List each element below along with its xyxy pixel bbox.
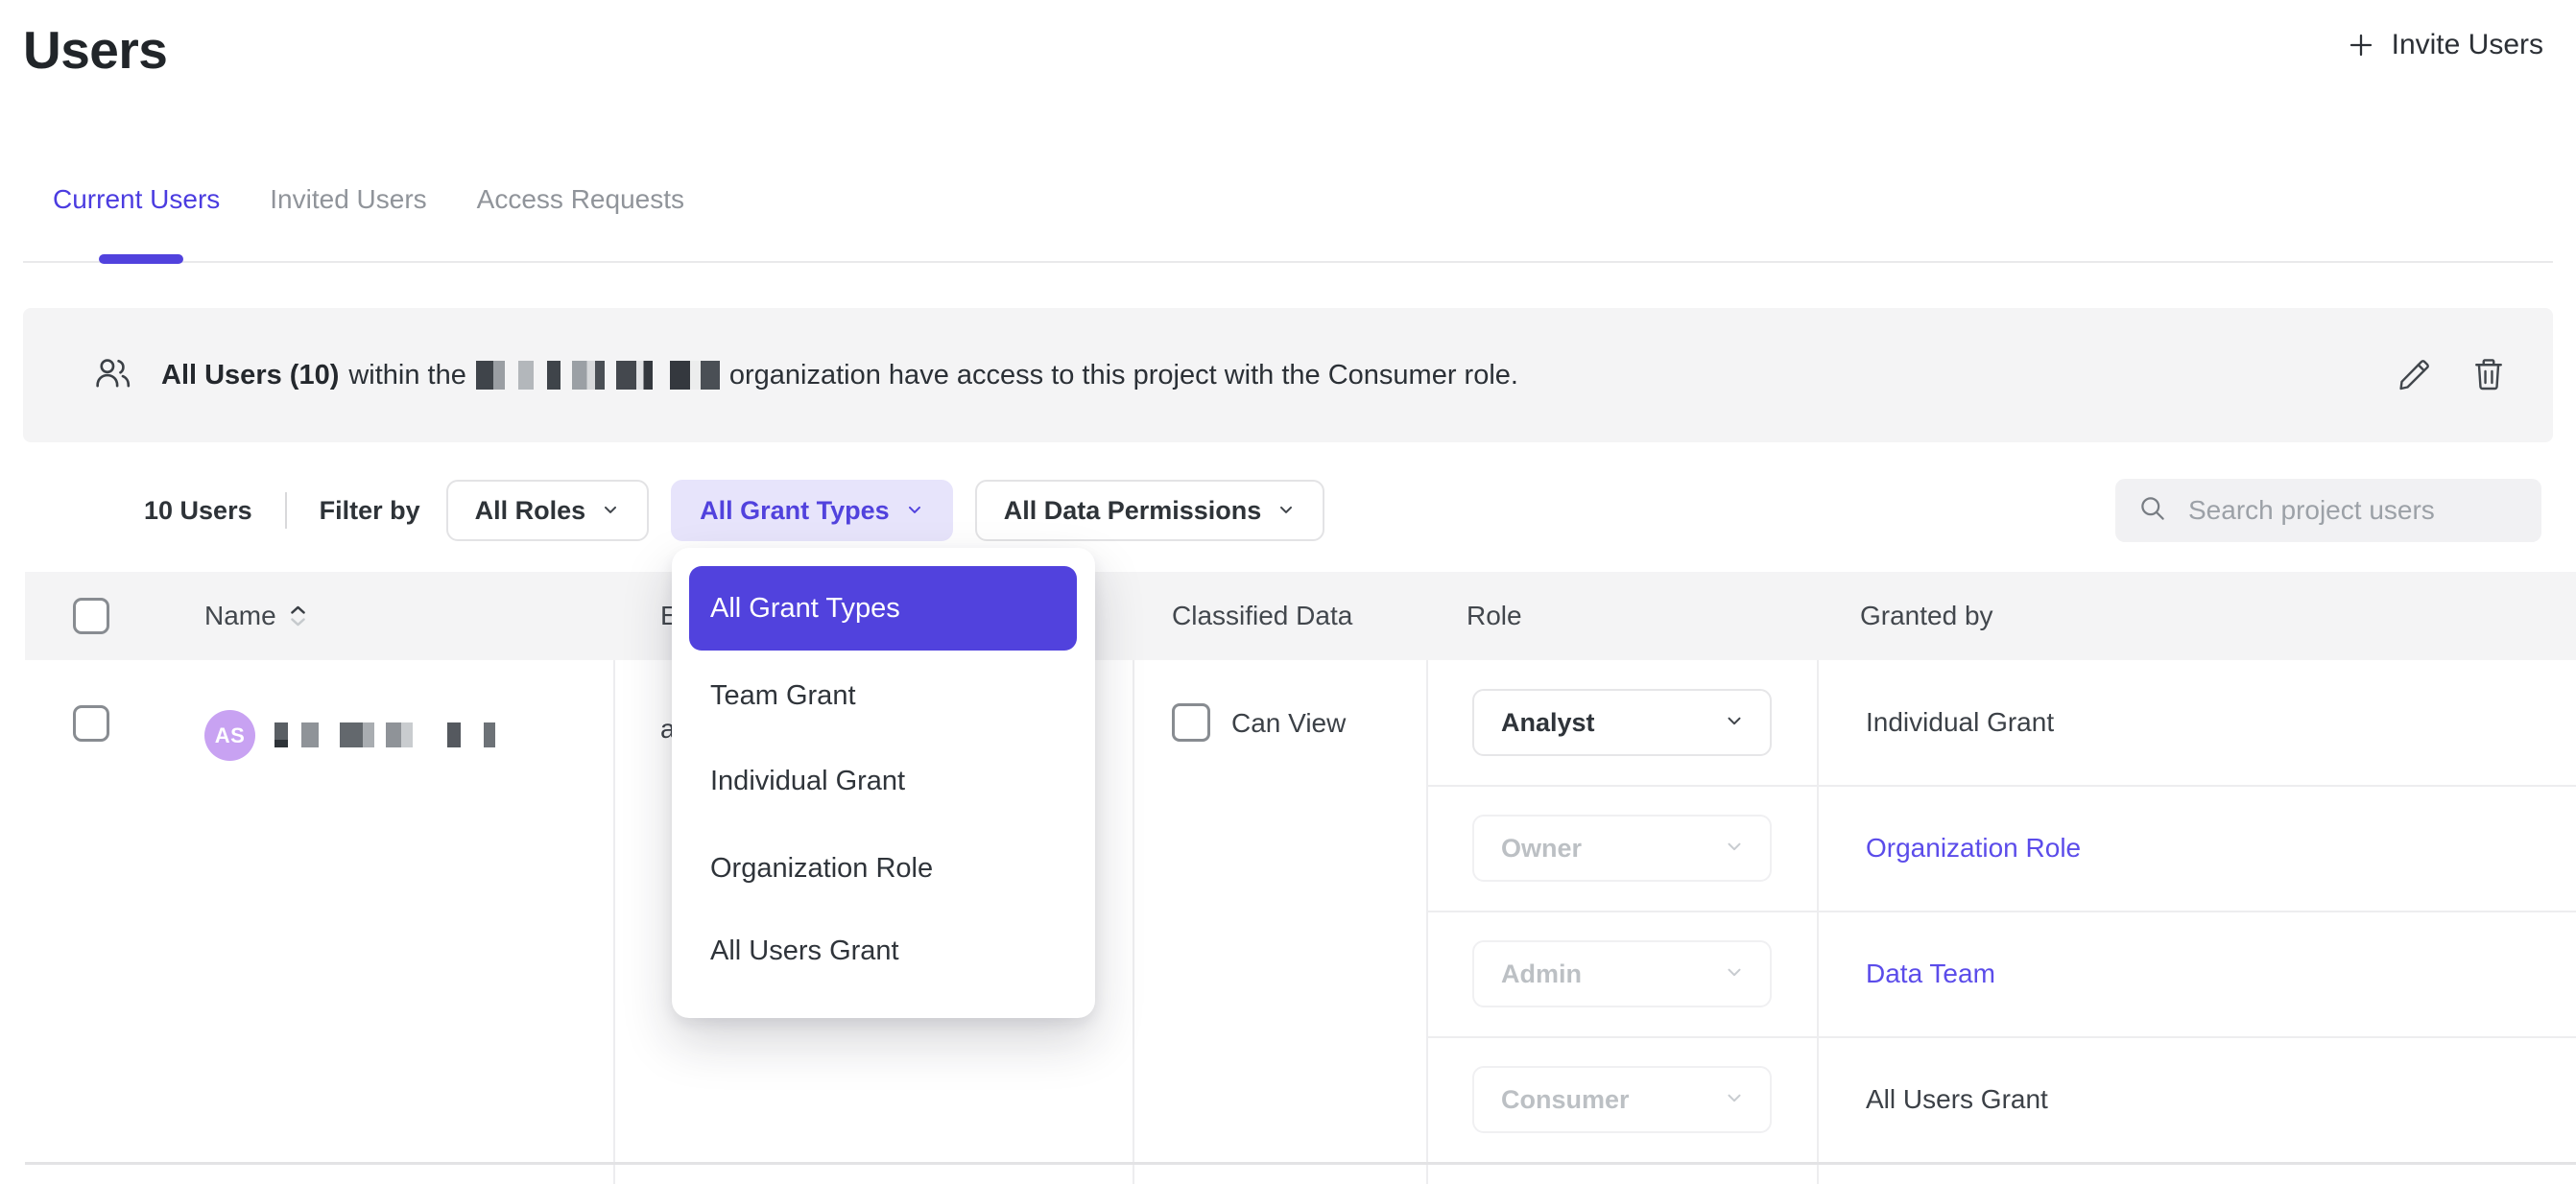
name-header-label: Name bbox=[204, 601, 276, 631]
granted-by-all-users-grant: All Users Grant bbox=[1866, 1084, 2048, 1115]
role-select-admin[interactable]: Admin bbox=[1472, 940, 1772, 1007]
grant-row-divider bbox=[1426, 785, 2576, 787]
column-divider bbox=[1426, 660, 1428, 1184]
chevron-down-icon bbox=[1724, 1085, 1745, 1115]
column-header-name[interactable]: Name bbox=[204, 572, 306, 660]
plus-icon bbox=[2346, 30, 2376, 60]
role-select-value: Owner bbox=[1501, 834, 1582, 864]
sort-icon[interactable] bbox=[290, 605, 306, 627]
banner-bold: All Users (10) bbox=[161, 360, 339, 391]
select-all-checkbox[interactable] bbox=[73, 598, 109, 634]
tab-bar: Current Users Invited Users Access Reque… bbox=[53, 184, 684, 215]
search-input[interactable] bbox=[2188, 495, 2535, 526]
all-users-banner: All Users (10) within the organization h… bbox=[23, 308, 2553, 442]
column-divider bbox=[1817, 660, 1819, 1184]
granted-by-header-label: Granted by bbox=[1860, 601, 1993, 631]
filter-toolbar: 10 Users Filter by All Roles All Grant T… bbox=[144, 480, 1347, 541]
edit-pencil-icon[interactable] bbox=[2397, 357, 2432, 394]
page-title: Users bbox=[23, 19, 167, 81]
user-count: 10 Users bbox=[144, 496, 252, 526]
grant-row-divider bbox=[1426, 911, 2576, 912]
menu-item-individual-grant[interactable]: Individual Grant bbox=[710, 766, 905, 797]
classified-header-label: Classified Data bbox=[1172, 601, 1352, 631]
column-divider bbox=[1133, 660, 1134, 1184]
toolbar-divider bbox=[285, 492, 287, 529]
column-divider bbox=[613, 660, 615, 1184]
filter-all-roles-label: All Roles bbox=[475, 496, 586, 526]
active-tab-indicator bbox=[99, 254, 183, 264]
chevron-down-icon bbox=[1724, 834, 1745, 864]
search-icon bbox=[2138, 494, 2167, 528]
invite-users-label: Invite Users bbox=[2392, 29, 2543, 61]
filter-all-data-permissions[interactable]: All Data Permissions bbox=[975, 480, 1325, 541]
role-select-analyst[interactable]: Analyst bbox=[1472, 689, 1772, 756]
filter-all-data-permissions-label: All Data Permissions bbox=[1004, 496, 1262, 526]
menu-item-team-grant[interactable]: Team Grant bbox=[710, 680, 856, 712]
role-select-consumer[interactable]: Consumer bbox=[1472, 1066, 1772, 1133]
select-all-cell bbox=[73, 572, 109, 660]
chevron-down-icon bbox=[905, 496, 924, 526]
tab-invited-users[interactable]: Invited Users bbox=[270, 184, 426, 215]
banner-mid: within the bbox=[348, 360, 466, 391]
menu-item-organization-role[interactable]: Organization Role bbox=[710, 853, 933, 885]
role-select-owner[interactable]: Owner bbox=[1472, 815, 1772, 882]
row-checkbox[interactable] bbox=[73, 705, 109, 742]
tab-current-users[interactable]: Current Users bbox=[53, 184, 220, 215]
grant-row-divider bbox=[1426, 1036, 2576, 1038]
chevron-down-icon bbox=[1724, 708, 1745, 738]
tabs-divider bbox=[23, 261, 2553, 263]
tab-access-requests[interactable]: Access Requests bbox=[477, 184, 684, 215]
role-select-value: Consumer bbox=[1501, 1085, 1630, 1115]
redacted-user-name bbox=[274, 722, 495, 747]
avatar-initials: AS bbox=[215, 723, 246, 748]
grant-types-dropdown-menu: All Grant Types Team Grant Individual Gr… bbox=[672, 548, 1095, 1018]
filter-all-roles[interactable]: All Roles bbox=[446, 480, 650, 541]
filter-all-grant-types-label: All Grant Types bbox=[700, 496, 890, 526]
granted-by-data-team-link[interactable]: Data Team bbox=[1866, 959, 1995, 989]
redacted-organization-name bbox=[476, 361, 720, 390]
banner-tail: organization have access to this project… bbox=[729, 360, 1518, 391]
menu-item-all-users-grant[interactable]: All Users Grant bbox=[710, 935, 899, 967]
users-icon bbox=[94, 357, 131, 394]
column-header-classified[interactable]: Classified Data bbox=[1172, 572, 1352, 660]
can-view-label: Can View bbox=[1231, 708, 1346, 739]
menu-item-all-grant-types[interactable]: All Grant Types bbox=[689, 566, 1077, 651]
role-select-value: Analyst bbox=[1501, 708, 1595, 738]
role-select-value: Admin bbox=[1501, 959, 1582, 989]
banner-text: All Users (10) within the organization h… bbox=[161, 360, 1518, 391]
role-header-label: Role bbox=[1467, 601, 1522, 631]
chevron-down-icon bbox=[1276, 496, 1296, 526]
column-header-granted-by[interactable]: Granted by bbox=[1860, 572, 1993, 660]
granted-by-individual-grant: Individual Grant bbox=[1866, 707, 2054, 738]
delete-trash-icon[interactable] bbox=[2472, 357, 2505, 394]
users-page: Users Invite Users Current Users Invited… bbox=[0, 0, 2576, 1184]
invite-users-button[interactable]: Invite Users bbox=[2346, 29, 2543, 61]
avatar: AS bbox=[204, 710, 255, 761]
menu-item-label: All Grant Types bbox=[710, 593, 900, 625]
user-row-divider bbox=[25, 1162, 2576, 1165]
chevron-down-icon bbox=[1724, 959, 1745, 989]
table-header: Name E Classified Data Role Granted by bbox=[25, 572, 2576, 660]
filter-by-label: Filter by bbox=[320, 496, 420, 526]
chevron-down-icon bbox=[601, 496, 620, 526]
filter-all-grant-types[interactable]: All Grant Types bbox=[671, 480, 953, 541]
search-box bbox=[2115, 479, 2541, 542]
banner-actions bbox=[2397, 357, 2505, 394]
granted-by-organization-role-link[interactable]: Organization Role bbox=[1866, 833, 2081, 864]
column-header-role[interactable]: Role bbox=[1467, 572, 1522, 660]
can-view-checkbox[interactable] bbox=[1172, 703, 1210, 742]
